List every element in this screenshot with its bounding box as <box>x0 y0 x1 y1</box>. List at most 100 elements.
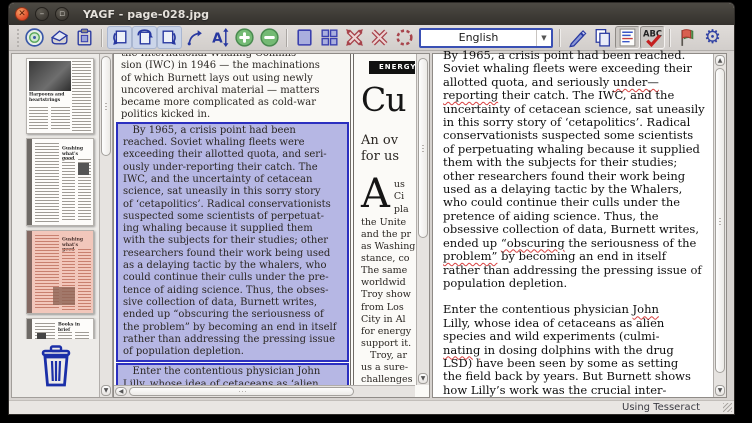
ocr-text-editor[interactable]: By 1965, a crisis point had been reached… <box>433 49 712 397</box>
status-bar: Using Tesseract <box>9 400 734 414</box>
scroll-down-button[interactable]: ▼ <box>101 385 111 396</box>
recognize-text-icon <box>617 27 638 48</box>
flag-icon <box>677 27 698 48</box>
article-subtitle: An ovfor us <box>361 133 415 165</box>
ocr-text-panel[interactable]: By 1965, a crisis point had been reached… <box>432 53 727 398</box>
scrollbar-thumb[interactable] <box>129 387 354 396</box>
chevron-down-icon[interactable]: ▼ <box>536 30 551 46</box>
settings-button[interactable]: ⚙ <box>700 26 725 49</box>
page-intro-text: the International Whaling Commis-sion (I… <box>121 54 349 122</box>
close-icon: ✕ <box>18 10 26 19</box>
scrollbar-thumb[interactable] <box>101 56 111 156</box>
toolbar-handle[interactable] <box>15 29 20 47</box>
autodetect-regions-button[interactable] <box>342 26 367 49</box>
text-vertical-scrollbar[interactable]: ▲ ▼ <box>713 54 726 397</box>
scrollbar-thumb[interactable] <box>418 58 428 238</box>
select-multiple-regions-button[interactable] <box>317 26 342 49</box>
scan-button[interactable] <box>47 26 72 49</box>
scroll-down-button[interactable]: ▼ <box>715 385 725 396</box>
toolbar-separator <box>559 29 561 47</box>
rotate-right-button[interactable] <box>157 26 182 49</box>
article-body-text: the Uniteand the pras Washingstance, coT… <box>361 217 415 385</box>
minimize-button[interactable]: – <box>35 7 49 21</box>
rotate-left-icon <box>109 27 130 48</box>
language-select[interactable]: English ▼ <box>419 28 553 48</box>
status-text: Using Tesseract <box>622 402 700 413</box>
ocr-selection-region-1[interactable]: By 1965, a crisis point had beenreached.… <box>116 122 349 363</box>
thumbnail-page-1[interactable]: Harpoons and heartstrings <box>26 58 94 134</box>
dropcap: A <box>361 177 390 216</box>
close-button[interactable]: ✕ <box>15 7 29 21</box>
toolbar-separator <box>101 29 103 47</box>
zoom-out-button[interactable] <box>257 26 282 49</box>
zoom-out-icon <box>259 27 280 48</box>
multi-region-icon <box>319 27 340 48</box>
clear-region-button[interactable] <box>367 26 392 49</box>
scanned-page[interactable]: the International Whaling Commis-sion (I… <box>114 54 415 385</box>
toolbar-separator <box>286 29 288 47</box>
deskew-button[interactable] <box>182 26 207 49</box>
thumbnail-image <box>78 163 89 175</box>
article-headline: Cu <box>361 80 415 119</box>
column-rule <box>350 54 354 385</box>
scroll-left-button[interactable]: ◀ <box>115 387 127 396</box>
thumbnail-text-column <box>51 107 70 131</box>
crossed-arrows-icon <box>344 27 365 48</box>
clipboard-icon <box>74 27 95 48</box>
gear-icon: ⚙ <box>704 28 721 47</box>
thumbnail-scrollbar[interactable]: ▼ <box>99 54 112 397</box>
fit-text-button[interactable]: A <box>207 26 232 49</box>
thumbnail-page-3-selected[interactable]: Gushing what's good <box>26 230 94 314</box>
recognize-page-button[interactable] <box>615 26 640 49</box>
open-image-button[interactable] <box>22 26 47 49</box>
dashed-circle-icon <box>394 27 415 48</box>
toolbar: A <box>9 25 734 51</box>
thumbnail-text-column <box>75 332 89 339</box>
dropcap-row: A usCipla <box>361 177 415 216</box>
ocr-selection-region-2[interactable]: Enter the contentious physician JohnLill… <box>116 363 349 385</box>
ellipse-region-button[interactable] <box>392 26 417 49</box>
scrollbar-thumb[interactable] <box>715 68 725 373</box>
paste-image-button[interactable] <box>72 26 97 49</box>
edit-text-button[interactable] <box>565 26 590 49</box>
select-region-button[interactable] <box>292 26 317 49</box>
scrollbar-grip <box>719 218 721 225</box>
spell-check-button[interactable]: ABC <box>640 26 665 49</box>
pencil-icon <box>567 27 588 48</box>
titlebar[interactable]: ✕ – ▫ YAGF - page-028.jpg <box>9 3 734 25</box>
letter-resize-icon: A <box>209 27 230 48</box>
scroll-down-button[interactable]: ▼ <box>418 373 428 384</box>
thumbnail-page-4[interactable]: Books in brief <box>26 318 94 339</box>
thumbnail-text-column <box>35 143 59 222</box>
main-area: Harpoons and heartstrings Gushing what's… <box>9 51 734 400</box>
zoom-in-button[interactable] <box>232 26 257 49</box>
scan-vertical-scrollbar[interactable]: ▼ <box>416 54 429 385</box>
trash-icon[interactable] <box>36 344 76 388</box>
page-column-2: ENERGY Cu An ovfor us A usCipla the Unit… <box>361 54 415 385</box>
scroll-up-button[interactable]: ▲ <box>715 55 725 66</box>
resize-grip[interactable] <box>723 403 732 412</box>
scan-horizontal-scrollbar[interactable]: ◀ <box>114 385 415 397</box>
report-flag-button[interactable] <box>675 26 700 49</box>
selection-overlay <box>27 231 93 313</box>
app-window: ✕ – ▫ YAGF - page-028.jpg <box>8 2 735 415</box>
thumbnail-text-column <box>58 332 72 339</box>
thumbnail-text-column <box>72 61 91 131</box>
maximize-icon: ▫ <box>59 10 65 19</box>
window-title: YAGF - page-028.jpg <box>83 8 209 21</box>
thumbnail-page-2[interactable]: Gushing what's good <box>26 138 94 226</box>
page-column-1: the International Whaling Commis-sion (I… <box>121 54 349 385</box>
scan-image-panel[interactable]: the International Whaling Commis-sion (I… <box>113 53 430 398</box>
scan-edge <box>27 139 32 225</box>
rotate-left-button[interactable] <box>107 26 132 49</box>
copy-text-button[interactable] <box>590 26 615 49</box>
maximize-button[interactable]: ▫ <box>55 7 69 21</box>
red-x-icon <box>369 27 390 48</box>
dropcap-side-text: usCipla <box>394 177 409 216</box>
rotate-180-button[interactable] <box>132 26 157 49</box>
thumbnail-list[interactable]: Harpoons and heartstrings Gushing what's… <box>12 54 99 339</box>
abc-check-icon: ABC <box>642 27 663 48</box>
scrollbar-grip <box>422 145 424 152</box>
scrollbar-grip <box>105 103 107 110</box>
minimize-icon: – <box>40 10 45 19</box>
